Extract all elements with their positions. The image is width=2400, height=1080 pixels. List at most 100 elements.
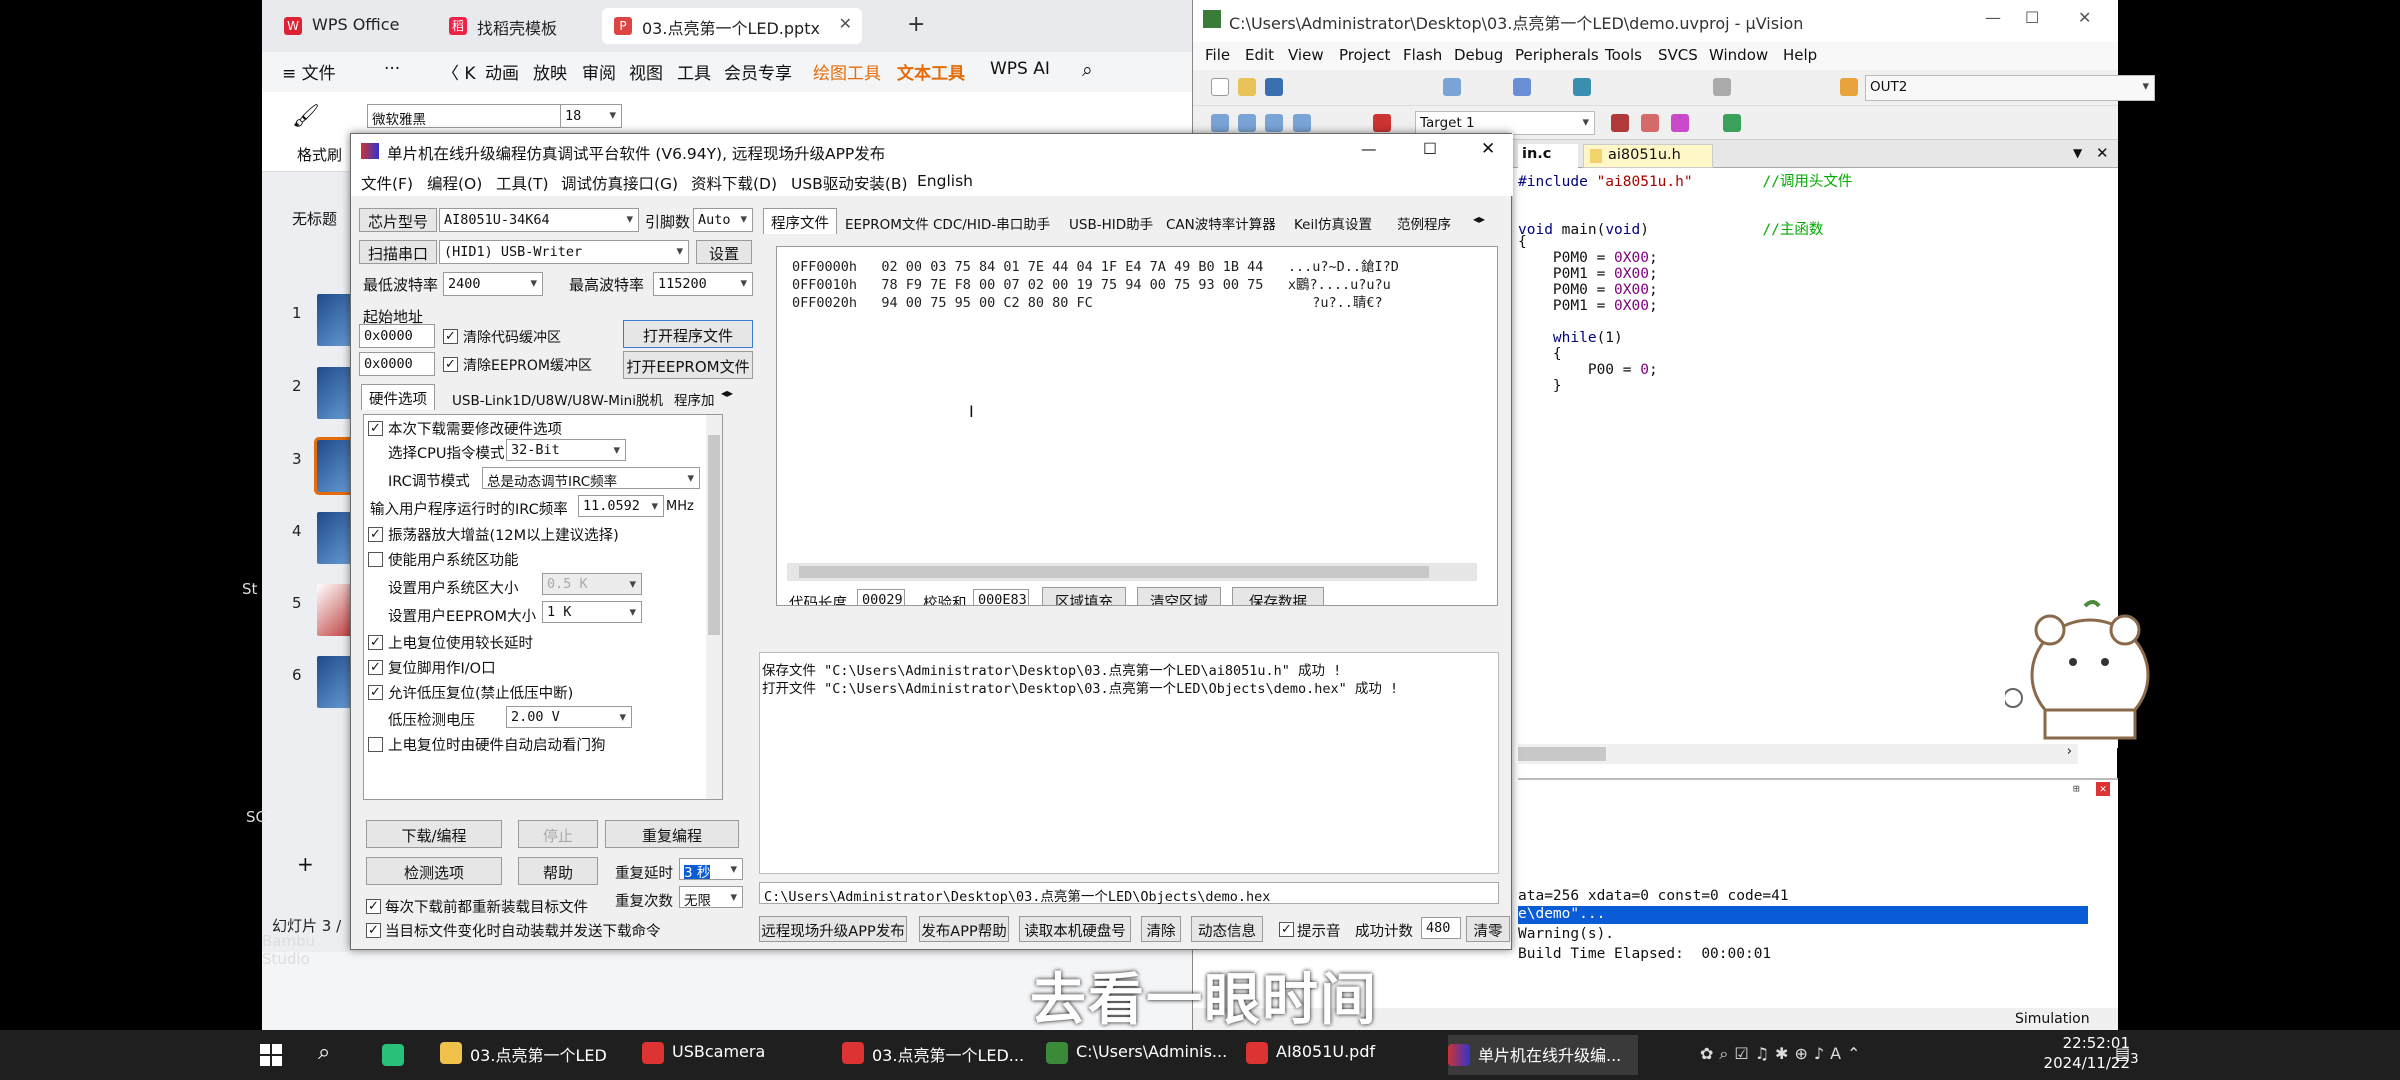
close-icon[interactable]: ✕ (2096, 144, 2109, 162)
menu-file[interactable]: 文件(F) (361, 172, 413, 194)
save-icon[interactable] (1265, 78, 1283, 96)
download-icon[interactable] (1373, 114, 1391, 132)
min-baud-select[interactable]: 2400 (443, 272, 543, 296)
clear-region-button[interactable]: 清空区域 (1137, 587, 1221, 605)
menu-view[interactable]: 视图 (629, 59, 663, 84)
translate-icon[interactable] (1211, 114, 1229, 132)
publish-help-button[interactable]: 发布APP帮助 (919, 916, 1009, 942)
code-start-address[interactable]: 0x0000 (359, 324, 435, 348)
reload-checkbox[interactable]: ✓ (366, 899, 381, 914)
reprogram-button[interactable]: 重复编程 (605, 820, 739, 848)
nav-back-icon[interactable] (1513, 78, 1531, 96)
indent-icon[interactable] (1713, 78, 1731, 96)
menu-tools[interactable]: Tools (1605, 46, 1642, 64)
tab-dropdown-icon[interactable]: ▼ (2073, 146, 2082, 160)
menu-flash[interactable]: Flash (1403, 46, 1442, 64)
hw-scrollbar[interactable] (706, 415, 722, 799)
sound-checkbox[interactable]: ✓ (1279, 922, 1294, 937)
search-icon[interactable]: ⌕ (318, 1040, 330, 1065)
eeprom-size-select[interactable]: 1 K (542, 601, 642, 623)
taskbar-item-pdf[interactable]: AI8051U.pdf (1246, 1042, 1375, 1064)
tab-scroll-icon[interactable]: ◂▸ (1473, 212, 1485, 226)
open-program-button[interactable]: 打开程序文件 (623, 320, 753, 348)
close-icon[interactable]: ✕ (2078, 8, 2091, 27)
target-select[interactable]: Target 1 (1415, 111, 1595, 135)
menu-file[interactable]: File (1205, 46, 1230, 64)
tab-program-encrypt[interactable]: 程序加 (667, 386, 721, 412)
batch-build-icon[interactable] (1293, 114, 1311, 132)
reset-count-button[interactable]: 清零 (1466, 916, 1510, 942)
auto-send-checkbox[interactable]: ✓ (366, 923, 381, 938)
tab-scroll-icon[interactable]: ◂▸ (721, 386, 733, 400)
menu-window[interactable]: Window (1709, 46, 1768, 64)
taskbar-item-stc-isp[interactable]: 单片机在线升级编... (1448, 1035, 1638, 1075)
modify-hw-checkbox[interactable]: ✓ (368, 421, 383, 436)
close-icon[interactable]: ✕ (839, 14, 852, 33)
menu-view[interactable]: View (1288, 46, 1324, 64)
lv-select[interactable]: 2.00 V (506, 706, 632, 728)
new-tab-icon[interactable]: + (907, 12, 925, 37)
tab-serial-helper[interactable]: CDC/HID-串口助手 (926, 210, 1057, 236)
menu-debug[interactable]: Debug (1454, 46, 1503, 64)
tab-hardware-options[interactable]: 硬件选项 (361, 384, 435, 410)
open-eeprom-button[interactable]: 打开EEPROM文件 (623, 351, 753, 379)
add-slide-icon[interactable]: + (297, 852, 314, 876)
low-voltage-reset-checkbox[interactable]: ✓ (368, 685, 383, 700)
menu-download-docs[interactable]: 资料下载(D) (691, 172, 777, 194)
find-combo[interactable]: OUT2 (1865, 75, 2155, 101)
wps-tab-pptx[interactable]: P 03.点亮第一个LED.pptx ✕ (602, 8, 862, 44)
pack-icon[interactable] (1723, 114, 1741, 132)
menu-peripherals[interactable]: Peripherals (1515, 46, 1599, 64)
start-icon[interactable] (260, 1044, 282, 1066)
dynamic-info-button[interactable]: 动态信息 (1191, 916, 1263, 942)
menu-help[interactable]: Help (1783, 46, 1817, 64)
wps-tab-home[interactable]: W WPS Office (272, 8, 432, 44)
taskbar-item-folder[interactable]: 03.点亮第一个LED (440, 1042, 607, 1066)
tab-examples[interactable]: 范例程序 (1390, 210, 1458, 236)
menu-usb-driver[interactable]: USB驱动安装(B) (791, 172, 908, 194)
port-settings-button[interactable]: 设置 (696, 240, 752, 264)
tab-can-calc[interactable]: CAN波特率计算器 (1159, 210, 1283, 236)
manage-icon[interactable] (1641, 114, 1659, 132)
notification-icon[interactable]: ▤3 (2115, 1044, 2139, 1067)
menu-scroll-left[interactable]: 〈 K (442, 59, 476, 84)
font-select[interactable]: 微软雅黑 (367, 104, 577, 128)
new-file-icon[interactable] (1211, 78, 1229, 96)
menu-english[interactable]: English (917, 172, 973, 190)
clear-log-button[interactable]: 清除 (1141, 916, 1181, 942)
save-data-button[interactable]: 保存数据 (1232, 587, 1324, 605)
tab-ai8051u-h[interactable]: ai8051u.h (1583, 144, 1713, 168)
hex-view[interactable]: 0FF0000h 02 00 03 75 84 01 7E 44 04 1F E… (776, 246, 1498, 606)
menu-review[interactable]: 审阅 (582, 59, 616, 84)
rebuild-icon[interactable] (1265, 114, 1283, 132)
maximize-icon[interactable]: ☐ (1423, 140, 1437, 158)
bookmark-icon[interactable] (1573, 78, 1591, 96)
menu-svcs[interactable]: SVCS (1658, 46, 1698, 64)
clear-eeprom-checkbox[interactable]: ✓ (443, 357, 458, 372)
menu-more[interactable]: ··· (384, 59, 400, 79)
system-tray-icons[interactable]: ✿⌕☑♫✱⊕♪A⌃ (1700, 1044, 1940, 1066)
format-brush-icon[interactable]: 🖌 (292, 104, 320, 129)
user-system-checkbox[interactable] (368, 552, 383, 567)
chat-app-icon[interactable] (382, 1044, 404, 1066)
max-baud-select[interactable]: 115200 (653, 272, 753, 296)
check-options-button[interactable]: 检测选项 (366, 857, 502, 885)
menu-file[interactable]: ≡ 文件 (282, 59, 336, 84)
tab-usb-link[interactable]: USB-Link1D/U8W/U8W-Mini脱机 (445, 386, 670, 412)
menu-wps-ai[interactable]: WPS AI (990, 59, 1050, 79)
close-icon[interactable]: ✕ (1481, 139, 1495, 159)
menu-text-tools[interactable]: 文本工具 (897, 59, 965, 84)
menu-animation[interactable]: 动画 (485, 59, 519, 84)
repeat-times-select[interactable]: 无限 (679, 886, 743, 908)
irc-freq-select[interactable]: 11.0592 (578, 495, 664, 517)
menu-tools[interactable]: 工具(T) (496, 172, 549, 194)
sys-size-select[interactable]: 0.5 K (542, 573, 642, 595)
reset-io-checkbox[interactable]: ✓ (368, 660, 383, 675)
scroll-thumb[interactable] (708, 435, 720, 635)
find-icon[interactable] (1840, 78, 1858, 96)
chip-model-select[interactable]: AI8051U-34K64 (439, 208, 639, 232)
maximize-icon[interactable]: ☐ (2025, 8, 2039, 27)
editor-hscrollbar[interactable]: › (1518, 744, 2078, 764)
osc-gain-checkbox[interactable]: ✓ (368, 527, 383, 542)
eeprom-start-address[interactable]: 0x0000 (359, 352, 435, 376)
